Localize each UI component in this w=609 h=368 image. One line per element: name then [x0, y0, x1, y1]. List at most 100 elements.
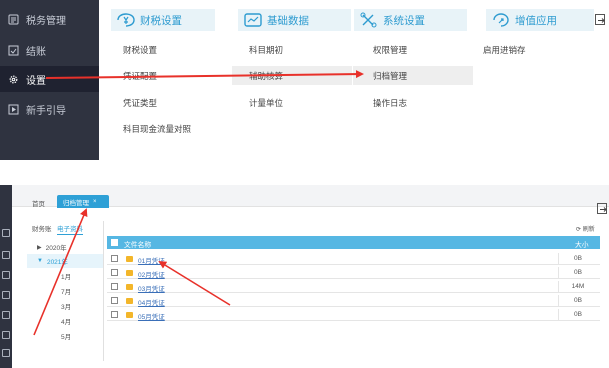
table-row[interactable]: 02月凭证 0B	[107, 267, 600, 279]
category-base-data: 基础数据	[238, 9, 351, 31]
table-header: 文件名称 大小	[107, 236, 600, 249]
tab-electronic-docs[interactable]: 电子资料	[57, 221, 83, 235]
tree-month[interactable]: 5月	[27, 329, 103, 343]
menu-item-voucher-type[interactable]: 凭证类型	[123, 97, 157, 109]
sidebar-item-label: 新手引导	[26, 105, 66, 117]
nav-guide-icon[interactable]	[2, 349, 10, 357]
folder-icon	[126, 270, 133, 276]
file-size: 0B	[574, 269, 582, 276]
tax-icon	[8, 14, 19, 25]
checkout-icon	[8, 45, 19, 56]
folder-icon	[126, 284, 133, 290]
category-title: 基础数据	[267, 14, 309, 27]
table-row[interactable]: 04月凭证 0B	[107, 295, 600, 307]
exit-icon[interactable]	[597, 203, 607, 214]
file-size: 0B	[574, 311, 582, 318]
collapsed-sidebar	[0, 185, 12, 368]
row-checkbox[interactable]	[111, 297, 118, 304]
tab-label: 归档管理	[63, 199, 89, 207]
row-checkbox[interactable]	[111, 283, 118, 290]
row-checkbox[interactable]	[111, 255, 118, 262]
tab-finance-books[interactable]: 财务账	[32, 221, 52, 235]
menu-item-operation-log[interactable]: 操作日志	[373, 97, 407, 109]
tab-home[interactable]: 首页	[26, 197, 51, 209]
column-divider	[558, 267, 559, 279]
sidebar-item-guide[interactable]: 新手引导	[0, 96, 99, 122]
column-divider	[558, 309, 559, 321]
menu-item-enable-inventory[interactable]: 启用进销存	[483, 44, 526, 56]
exit-icon[interactable]	[595, 14, 605, 25]
sidebar-item-tax[interactable]: 税务管理	[0, 6, 99, 32]
tree-month[interactable]: 4月	[27, 314, 103, 328]
menu-item-tax-settings[interactable]: 财税设置	[123, 44, 157, 56]
nav-tax-icon[interactable]	[2, 291, 10, 299]
tax-settings-icon	[116, 12, 136, 28]
folder-icon	[126, 312, 133, 318]
tree-year-2020[interactable]: ▶ 2020年	[27, 240, 103, 254]
nav-voucher-icon[interactable]	[2, 251, 10, 259]
category-tax-settings: 财税设置	[111, 9, 215, 31]
file-size: 14M	[571, 283, 585, 290]
category-value-added: 增值应用	[486, 9, 594, 31]
settings-menu-panel: 税务管理 结账 设置 新手引导 财税设置 基础数据 系统设置 增值应用 财税设置…	[0, 0, 609, 160]
file-name-link[interactable]: 04月凭证	[138, 297, 165, 307]
menu-item-cashflow-mapping[interactable]: 科目现金流量对照	[123, 123, 191, 135]
guide-icon	[8, 104, 19, 115]
nav-report-icon[interactable]	[2, 271, 10, 279]
table-row[interactable]: 03月凭证 14M	[107, 281, 600, 293]
tree-month[interactable]: 7月	[27, 284, 103, 298]
file-name-link[interactable]: 05月凭证	[138, 311, 165, 321]
tree-month[interactable]: 1月	[27, 269, 103, 283]
nav-checkout-icon[interactable]	[2, 311, 10, 319]
row-checkbox[interactable]	[111, 311, 118, 318]
sidebar-item-label: 结账	[26, 46, 46, 58]
file-name-link[interactable]: 02月凭证	[138, 269, 165, 279]
file-name-link[interactable]: 01月凭证	[138, 255, 165, 265]
menu-item-auxiliary-accounting[interactable]: 辅助核算	[249, 70, 283, 82]
tree-label: 2021年	[46, 259, 68, 266]
value-added-icon	[491, 12, 511, 28]
sidebar-item-settings[interactable]: 设置	[0, 66, 99, 92]
category-title: 系统设置	[383, 14, 425, 27]
archive-tree-pane: 财务账 电子资料 ▶ 2020年 ▼ 2021年 1月 7月 3月 4月 5月	[27, 221, 104, 361]
archive-management-screen: 首页 归档管理 × 财务账 电子资料 ▶ 2020年 ▼ 2021年 1月 7月…	[0, 185, 609, 368]
tree-month[interactable]: 3月	[27, 299, 103, 313]
menu-hover-highlight	[353, 66, 473, 85]
menu-item-permissions[interactable]: 权限管理	[373, 44, 407, 56]
gear-icon	[8, 74, 19, 85]
sidebar-item-label: 税务管理	[26, 15, 66, 27]
main-sidebar: 税务管理 结账 设置 新手引导	[0, 0, 99, 160]
file-size: 0B	[574, 255, 582, 262]
folder-icon	[126, 256, 133, 262]
column-divider	[558, 281, 559, 293]
refresh-button[interactable]: ⟳ 刷新	[576, 224, 595, 233]
table-row[interactable]: 05月凭证 0B	[107, 309, 600, 321]
tree-label: 2020年	[45, 245, 67, 252]
category-system-settings: 系统设置	[354, 9, 467, 31]
select-all-checkbox[interactable]	[111, 239, 118, 246]
table-row[interactable]: 01月凭证 0B	[107, 253, 600, 265]
column-divider	[558, 295, 559, 307]
tab-archive-management[interactable]: 归档管理 ×	[57, 195, 109, 208]
menu-item-measure-unit[interactable]: 计量单位	[249, 97, 283, 109]
tree-year-2021[interactable]: ▼ 2021年	[27, 254, 103, 268]
folder-icon	[126, 298, 133, 304]
file-name-link[interactable]: 03月凭证	[138, 283, 165, 293]
menu-item-archive-management[interactable]: 归档管理	[373, 70, 407, 82]
nav-home-icon[interactable]	[2, 229, 10, 237]
nav-settings-icon[interactable]	[2, 331, 10, 339]
column-divider	[558, 253, 559, 265]
menu-item-opening-balance[interactable]: 科目期初	[249, 44, 283, 56]
tools-icon	[359, 12, 379, 28]
caret-right-icon: ▶	[37, 244, 42, 251]
file-size: 0B	[574, 297, 582, 304]
sidebar-item-label: 设置	[26, 75, 46, 87]
row-checkbox[interactable]	[111, 269, 118, 276]
category-title: 增值应用	[515, 14, 557, 27]
settings-menu: 财税设置 基础数据 系统设置 增值应用 财税设置 凭证配置 凭证类型 科目现金流…	[99, 0, 609, 160]
category-title: 财税设置	[140, 14, 182, 27]
sidebar-item-checkout[interactable]: 结账	[0, 37, 99, 63]
column-header-name: 文件名称	[124, 242, 152, 249]
menu-item-voucher-config[interactable]: 凭证配置	[123, 70, 157, 82]
close-icon[interactable]: ×	[93, 199, 97, 205]
